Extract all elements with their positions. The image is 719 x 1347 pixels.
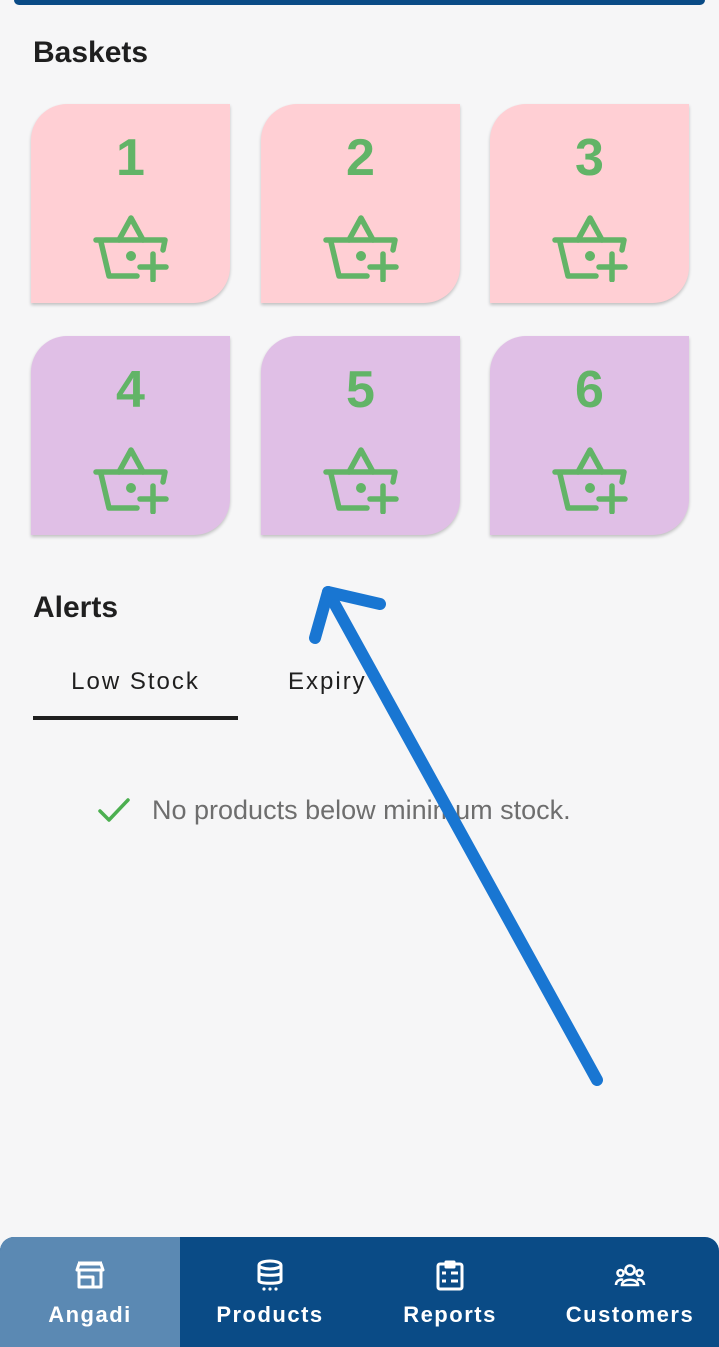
basket-tile-2[interactable]: 2 (261, 104, 460, 303)
store-icon (75, 1261, 105, 1289)
basket-number: 3 (575, 129, 604, 187)
nav-label: Customers (565, 1302, 695, 1327)
basket-add-icon (93, 447, 169, 514)
tab-selected-indicator (33, 716, 238, 720)
bottom-navigation: Angadi Products Reports Customers (0, 1237, 719, 1347)
clipboard-list-icon (436, 1260, 464, 1291)
empty-state-message: No products below minimum stock. (96, 790, 571, 830)
tab-expiry[interactable]: Expiry (288, 668, 367, 722)
nav-label: Reports (403, 1302, 497, 1327)
nav-item-reports[interactable]: Reports (360, 1237, 540, 1347)
nav-item-angadi[interactable]: Angadi (0, 1237, 180, 1347)
basket-tile-6[interactable]: 6 (490, 336, 689, 535)
basket-tile-3[interactable]: 3 (490, 104, 689, 303)
basket-add-icon (93, 215, 169, 282)
top-app-bar-edge (14, 0, 705, 5)
basket-number: 1 (116, 129, 145, 187)
basket-add-icon (552, 447, 628, 514)
basket-number: 4 (116, 361, 145, 419)
nav-item-customers[interactable]: Customers (540, 1237, 719, 1347)
basket-number: 6 (575, 361, 604, 419)
nav-item-products[interactable]: Products (180, 1237, 360, 1347)
basket-number: 5 (346, 361, 375, 419)
basket-number: 2 (346, 129, 375, 187)
basket-tile-5[interactable]: 5 (261, 336, 460, 535)
group-icon (614, 1264, 646, 1287)
baskets-heading: Baskets (33, 36, 149, 69)
basket-add-icon (323, 447, 399, 514)
nav-label: Angadi (48, 1302, 132, 1327)
check-icon (98, 798, 130, 822)
nav-label: Products (216, 1302, 324, 1327)
alerts-heading: Alerts (33, 591, 119, 624)
basket-tile-1[interactable]: 1 (31, 104, 230, 303)
basket-add-icon (323, 215, 399, 282)
basket-add-icon (552, 215, 628, 282)
basket-tile-4[interactable]: 4 (31, 336, 230, 535)
tab-low-stock[interactable]: Low Stock (33, 668, 238, 722)
empty-state-text: No products below minimum stock. (152, 794, 571, 825)
database-icon (257, 1259, 283, 1291)
